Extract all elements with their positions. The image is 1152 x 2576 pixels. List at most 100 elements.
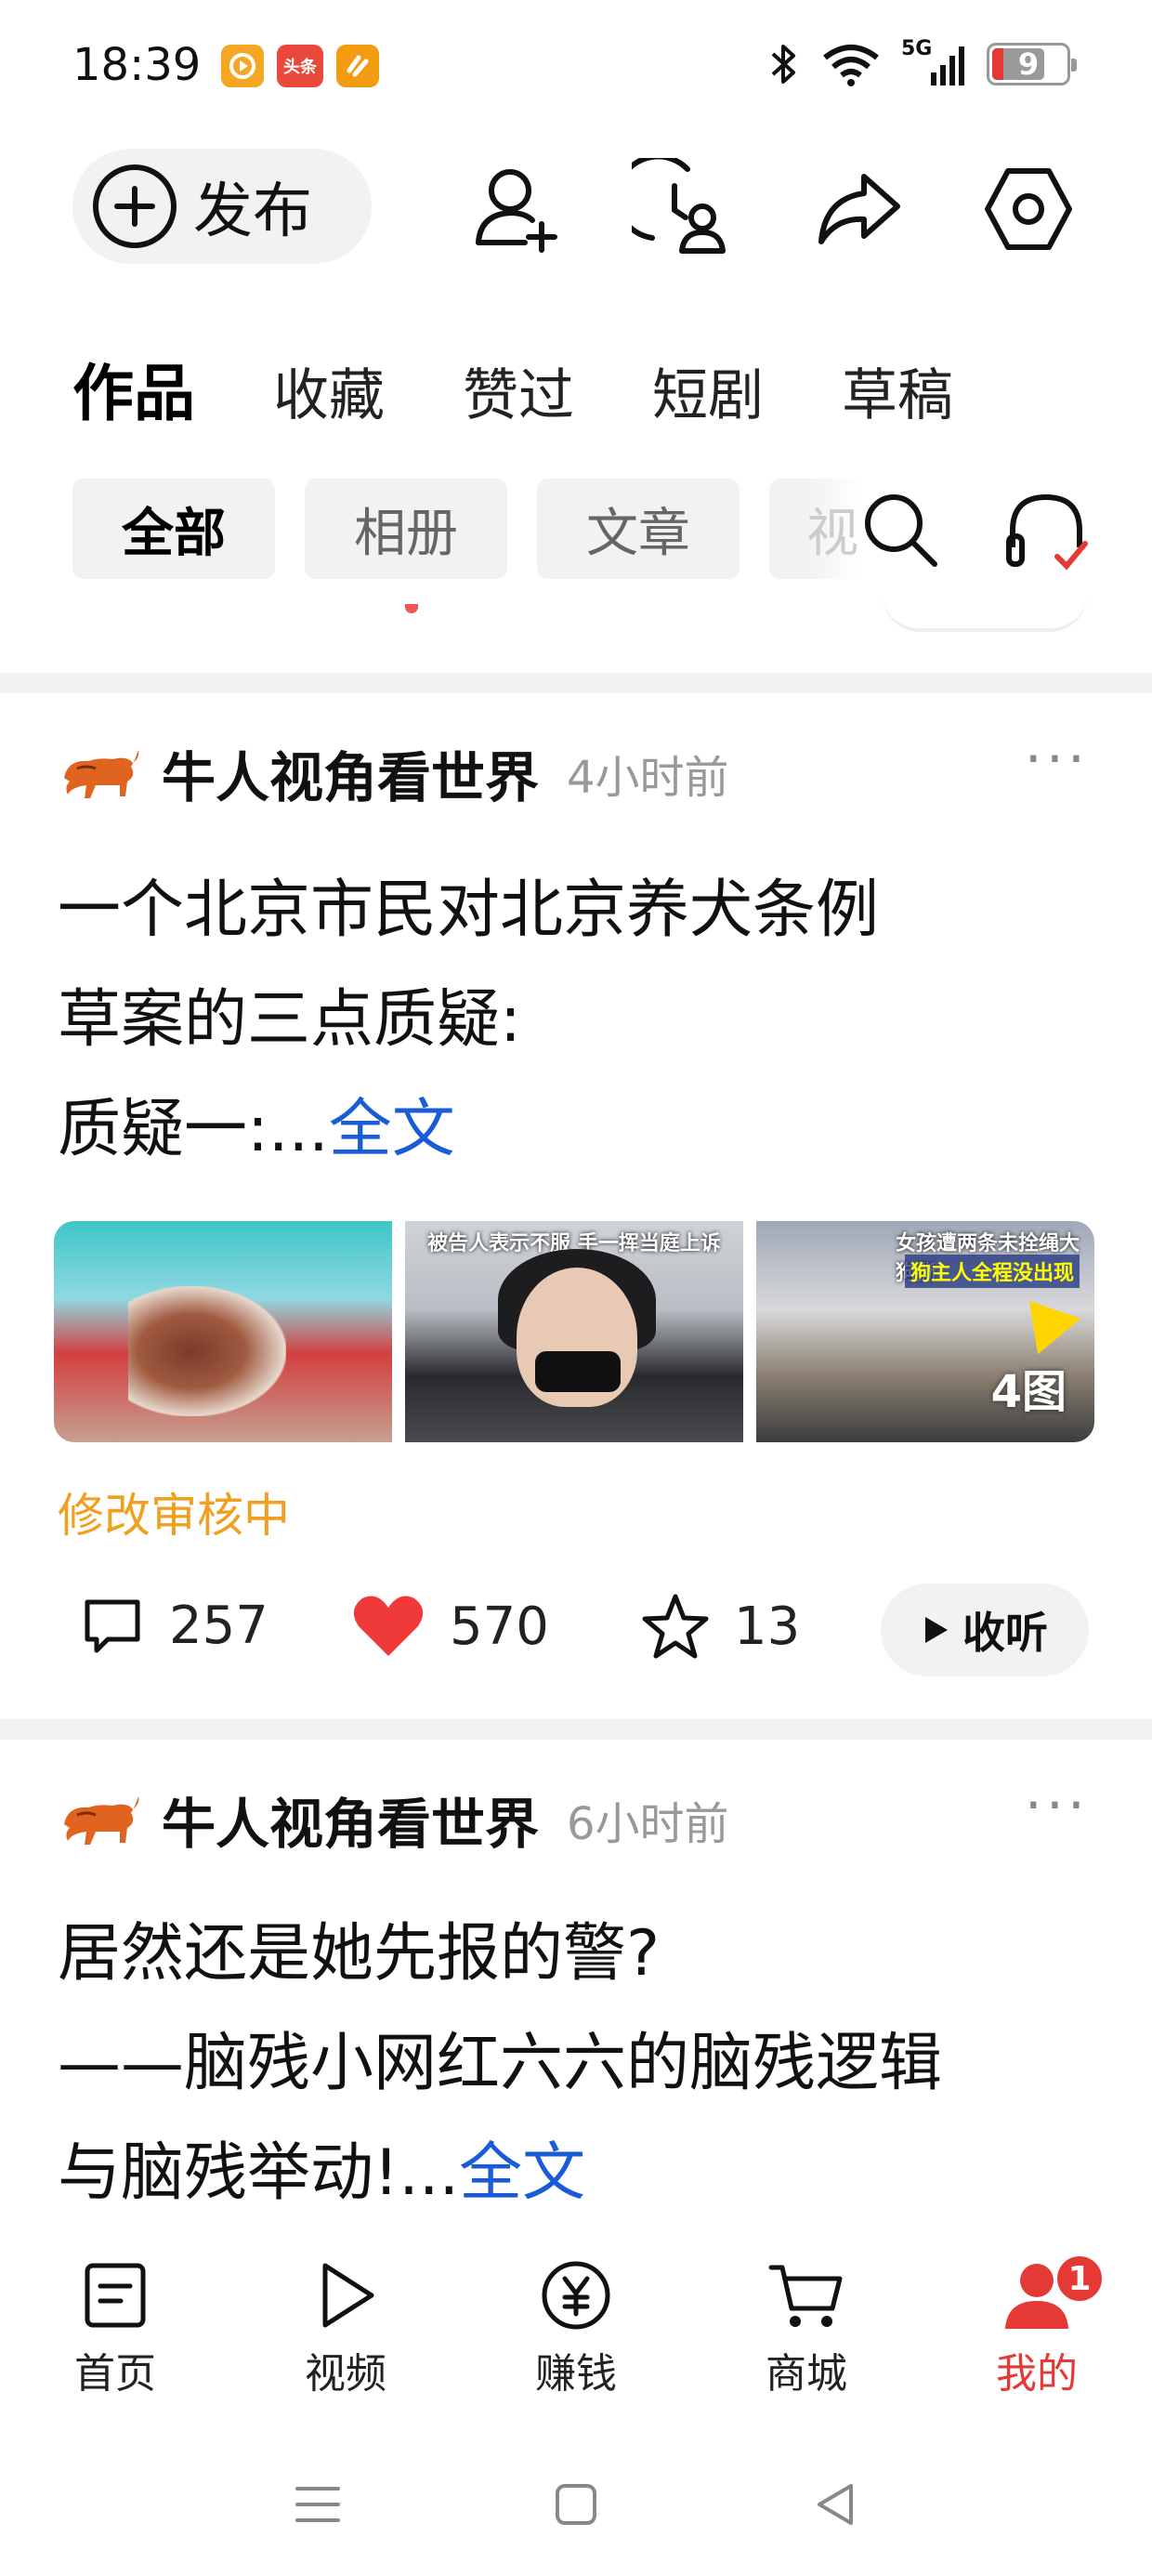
post-image[interactable] <box>54 1221 392 1442</box>
author-row: 牛人视角看世界 4小时前 <box>58 730 729 816</box>
system-nav-bar <box>0 2435 1152 2565</box>
status-time: 18:39 <box>72 39 202 91</box>
tab-drafts[interactable]: 草稿 <box>842 350 953 431</box>
signal-icon: 5G <box>901 37 966 87</box>
tab-favorites[interactable]: 收藏 <box>273 350 385 431</box>
post-text-line: 居然还是她先报的警? <box>58 1917 661 1991</box>
nav-profile[interactable]: 我的 1 <box>962 2253 1111 2399</box>
toutiao-icon: 头条 <box>277 45 323 87</box>
post-card[interactable]: 牛人视角看世界 6小时前 ··· 居然还是她先报的警? ——脑残小网红六六的脑残… <box>0 1740 1152 2260</box>
publish-label: 发布 <box>193 177 312 246</box>
plus-circle-icon <box>93 164 177 248</box>
notification-badge: 1 <box>1054 2253 1106 2305</box>
filter-article[interactable]: 文章 <box>537 479 740 579</box>
post-text-line: 与脑残举动!...全文 <box>58 2119 1098 2228</box>
post-text[interactable]: 居然还是她先报的警? ——脑残小网红六六的脑残逻辑 与脑残举动!...全文 <box>58 1899 1098 2228</box>
comment-button[interactable]: 257 <box>80 1593 268 1658</box>
more-icon[interactable]: ··· <box>1025 727 1089 792</box>
post-image[interactable]: 女孩遭两条未拴绳大狗撕 狗主人全程没出现 4图 <box>756 1221 1094 1442</box>
status-icons: 5G 9 <box>767 37 1077 87</box>
play-icon <box>322 2263 374 2328</box>
author-name[interactable]: 牛人视角看世界 <box>162 1781 539 1859</box>
menu-icon[interactable] <box>281 2472 355 2537</box>
dog-photo-shape <box>128 1286 286 1416</box>
nav-home[interactable]: 首页 <box>41 2258 190 2399</box>
nav-label: 我的 <box>996 2350 1078 2398</box>
nav-label: 赚钱 <box>535 2350 617 2398</box>
post-card[interactable]: 牛人视角看世界 4小时前 ··· 一个北京市民对北京养犬条例 草案的三点质疑: … <box>0 693 1152 1715</box>
nav-label: 首页 <box>74 2350 156 2398</box>
bluetooth-icon <box>771 45 795 84</box>
post-text-snippet: 质疑一:... <box>58 1093 329 1166</box>
content-tabs: 作品 收藏 赞过 短剧 草稿 <box>72 344 953 433</box>
author-row: 牛人视角看世界 6小时前 <box>58 1777 729 1862</box>
full-text-link[interactable]: 全文 <box>329 1093 455 1166</box>
filter-album[interactable]: 相册 <box>305 479 507 579</box>
bottom-nav: 首页 视频 赚钱 商城 我的 1 <box>0 2249 1152 2416</box>
home-doc-icon <box>85 2263 146 2328</box>
image-caption: 狗主人全程没出现 <box>905 1255 1080 1288</box>
yuan-icon <box>542 2261 610 2330</box>
post-text[interactable]: 一个北京市民对北京养犬条例 草案的三点质疑: 质疑一:...全文 <box>58 856 1098 1185</box>
comment-icon <box>85 1599 140 1653</box>
filter-bar: 全部 相册 文章 视 <box>72 479 1150 579</box>
add-friend-icon[interactable] <box>465 158 567 260</box>
wifi-icon <box>823 45 879 86</box>
post-text-snippet: 与脑残举动!... <box>58 2136 460 2210</box>
more-icon[interactable]: ··· <box>1025 1773 1089 1838</box>
heart-icon <box>353 1596 424 1656</box>
post-text-line: 质疑一:...全文 <box>58 1075 1098 1185</box>
post-actions: 257 570 13 收听 <box>0 1574 1152 1676</box>
comment-count: 257 <box>169 1595 268 1656</box>
review-status: 修改审核中 <box>58 1489 290 1543</box>
post-text-line: 一个北京市民对北京养犬条例 <box>58 874 880 947</box>
favorite-count: 13 <box>734 1596 801 1657</box>
battery-level: 9 <box>1017 46 1040 82</box>
like-button[interactable]: 570 <box>351 1593 549 1660</box>
listen-label: 收听 <box>962 1608 1048 1658</box>
image-count: 4图 <box>990 1366 1067 1418</box>
tab-short-drama[interactable]: 短剧 <box>652 350 764 431</box>
home-icon[interactable] <box>539 2472 613 2537</box>
favorite-button[interactable]: 13 <box>641 1593 800 1660</box>
post-text-line: 草案的三点质疑: <box>58 983 521 1057</box>
history-icon[interactable] <box>632 158 734 260</box>
tab-works[interactable]: 作品 <box>72 344 195 433</box>
status-bar: 18:39 头条 5G 9 <box>0 0 1152 139</box>
star-icon <box>642 1594 709 1659</box>
like-count: 570 <box>450 1596 549 1657</box>
image-grid: 被告人表示不服 手一挥当庭上诉 女孩遭两条未拴绳大狗撕 狗主人全程没出现 4图 <box>54 1221 1094 1442</box>
nav-video[interactable]: 视频 <box>271 2258 420 2399</box>
author-name[interactable]: 牛人视角看世界 <box>162 734 539 812</box>
avatar[interactable] <box>58 1777 143 1862</box>
back-icon[interactable] <box>799 2472 873 2537</box>
publish-button[interactable]: 发布 <box>72 149 372 264</box>
nav-mall[interactable]: 商城 <box>732 2258 881 2399</box>
nav-earn[interactable]: 赚钱 <box>502 2258 650 2399</box>
search-icon[interactable] <box>853 482 946 575</box>
post-time: 6小时前 <box>567 1798 729 1850</box>
battery-icon: 9 <box>987 43 1077 85</box>
partial-button-edge <box>883 595 1087 632</box>
post-time: 4小时前 <box>567 752 729 804</box>
app-icon <box>336 45 379 87</box>
section-divider <box>0 1719 1152 1740</box>
nav-label: 商城 <box>766 2350 847 2398</box>
avatar[interactable] <box>58 730 143 816</box>
filter-all[interactable]: 全部 <box>72 479 275 579</box>
settings-icon[interactable] <box>977 158 1080 260</box>
post-image[interactable]: 被告人表示不服 手一挥当庭上诉 <box>405 1221 743 1442</box>
video-app-icon <box>221 45 264 87</box>
network-type: 5G <box>901 37 933 60</box>
partial-decoration <box>405 604 418 613</box>
listen-button[interactable]: 收听 <box>881 1584 1089 1676</box>
headphone-icon[interactable] <box>1000 482 1093 575</box>
section-divider <box>0 673 1152 693</box>
nav-label: 视频 <box>305 2350 386 2398</box>
tab-liked[interactable]: 赞过 <box>463 350 574 431</box>
cart-icon <box>768 2265 843 2327</box>
full-text-link[interactable]: 全文 <box>459 2136 585 2210</box>
profile-toolbar: 发布 <box>0 149 1152 269</box>
share-icon[interactable] <box>808 158 910 260</box>
play-icon <box>925 1617 948 1643</box>
